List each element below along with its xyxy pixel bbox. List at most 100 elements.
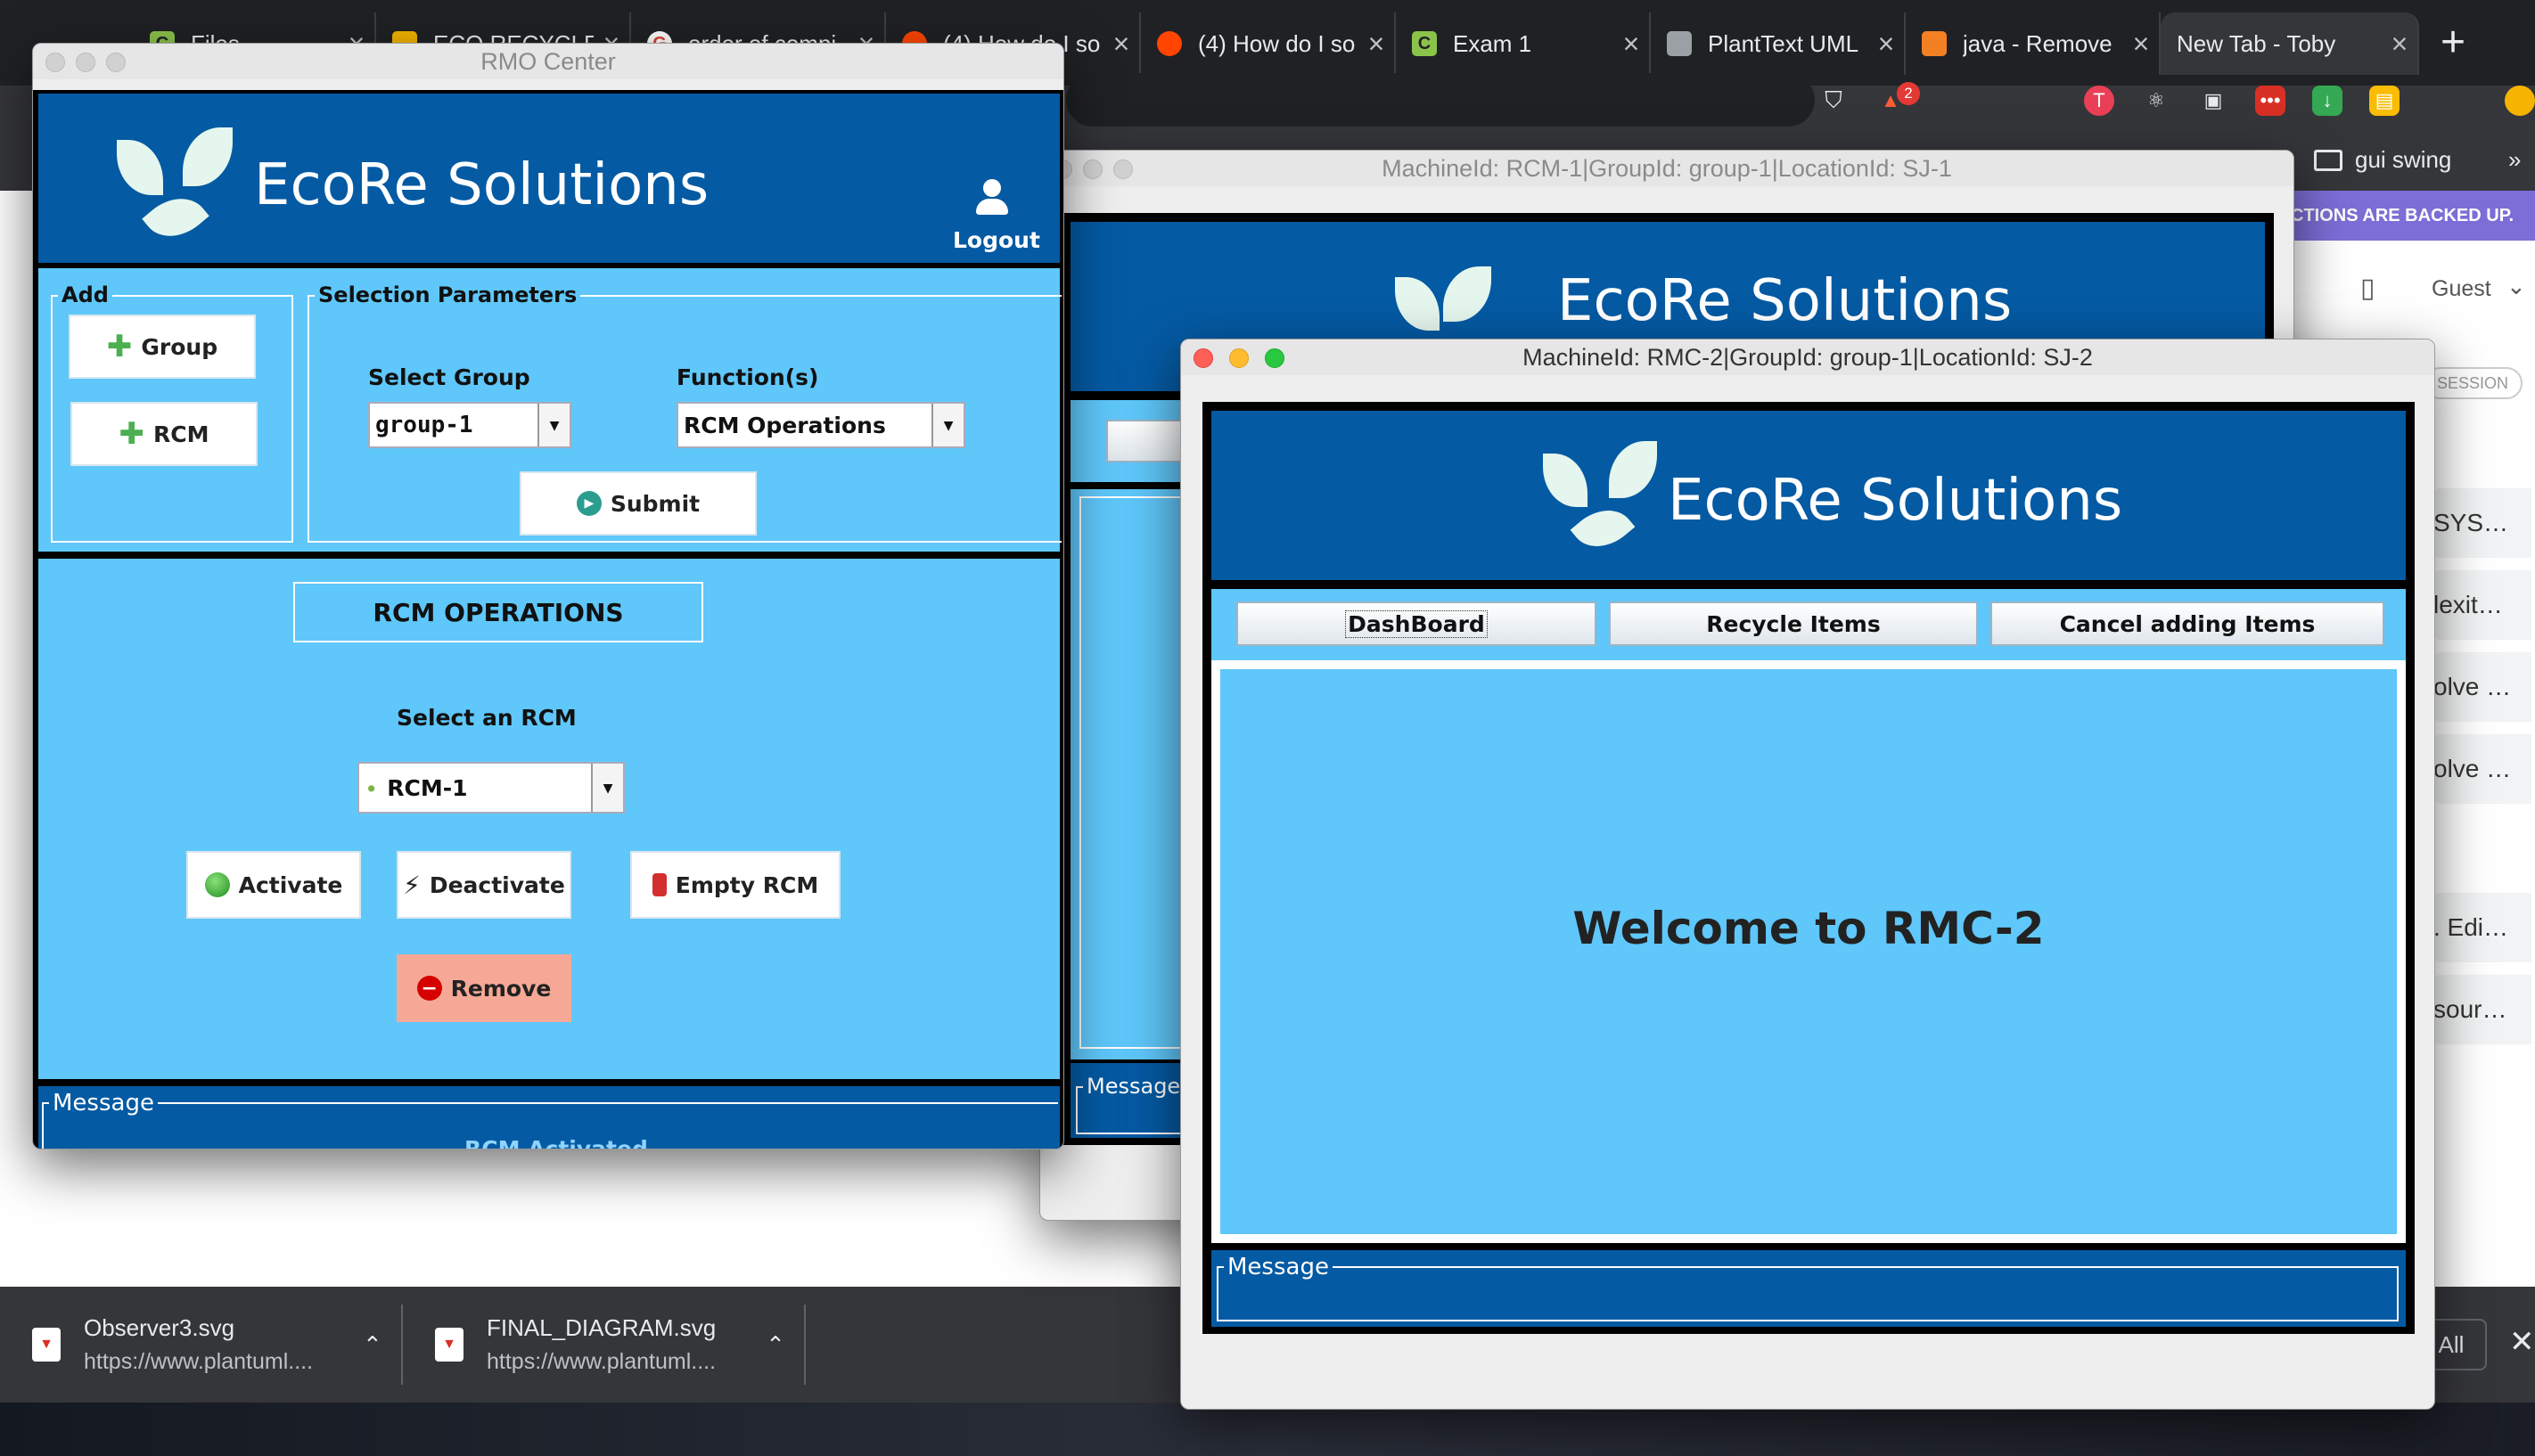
- desktop-wallpaper: [0, 1403, 2535, 1456]
- chevron-up-icon[interactable]: ⌃: [363, 1331, 382, 1359]
- brave-shield-icon[interactable]: ⛉: [1818, 86, 1849, 116]
- extension-react-icon[interactable]: ⚛: [2141, 86, 2171, 116]
- deactivate-button[interactable]: ⚡ Deactivate: [397, 851, 571, 919]
- new-tab-button[interactable]: +: [2428, 20, 2478, 70]
- minimize-window-icon[interactable]: [1083, 160, 1103, 179]
- tab-recycle-items[interactable]: Recycle Items: [1609, 601, 1978, 646]
- unplug-icon: ⚡: [403, 870, 421, 900]
- bookmark-folder-gui-swing[interactable]: gui swing: [2314, 146, 2451, 174]
- welcome-heading: Welcome to RMC-2: [1572, 903, 2045, 954]
- page-list-item[interactable]: olve …: [2433, 652, 2531, 722]
- plus-icon: ✚: [106, 329, 133, 364]
- planttext-icon: [1667, 31, 1692, 56]
- page-list-item[interactable]: olve …: [2433, 734, 2531, 804]
- maximize-window-icon[interactable]: [1265, 348, 1284, 368]
- c-icon: C: [1412, 31, 1437, 56]
- rcm-select[interactable]: ● RCM-1 ▼: [357, 762, 625, 814]
- browser-tab-new-tab[interactable]: New Tab - Toby ×: [2161, 12, 2419, 75]
- page-list-item[interactable]: sour…: [2433, 975, 2531, 1044]
- green-dot-icon: [204, 872, 230, 897]
- dropdown-arrow-icon[interactable]: ▼: [591, 764, 623, 812]
- reading-list-icon[interactable]: ▯: [2360, 273, 2375, 304]
- download-extension-icon[interactable]: ↓: [2312, 86, 2342, 116]
- minimize-window-icon[interactable]: [1229, 348, 1249, 368]
- trash-icon: [652, 873, 667, 896]
- tab-close-icon[interactable]: ×: [2382, 28, 2417, 61]
- rmc-2-window: MachineId: RMC-2|GroupId: group-1|Locati…: [1180, 339, 2435, 1410]
- chevron-down-icon[interactable]: ⌄: [2506, 273, 2526, 300]
- plus-icon: ✚: [119, 416, 145, 452]
- maximize-window-icon[interactable]: [106, 53, 126, 72]
- message-panel: Message: [1211, 1250, 2406, 1327]
- rmo-center-window: RMO Center EcoRe Solutions Logout Add ✚ …: [32, 43, 1064, 1149]
- page-list-item[interactable]: SYS…: [2433, 488, 2531, 558]
- message-group: Message: [1217, 1254, 2399, 1321]
- section-title: RCM OPERATIONS: [293, 582, 703, 642]
- window-titlebar[interactable]: MachineId: RMC-2|GroupId: group-1|Locati…: [1181, 339, 2434, 375]
- guest-label[interactable]: Guest: [2432, 276, 2491, 302]
- tab-close-icon[interactable]: ×: [2123, 28, 2159, 61]
- window-title: RMO Center: [480, 48, 616, 75]
- message-panel: Message RCM Activated: [38, 1086, 1060, 1149]
- close-window-icon[interactable]: [1194, 348, 1213, 368]
- activate-button[interactable]: Activate: [186, 851, 361, 919]
- session-badge: SESSION: [2424, 367, 2523, 399]
- window-title: MachineId: RMC-2|GroupId: group-1|Locati…: [1522, 344, 2093, 371]
- browser-tab-java-remove[interactable]: java - Remove ×: [1906, 12, 2161, 75]
- user-icon[interactable]: [974, 179, 1010, 217]
- recycle-leaf-logo: [110, 122, 270, 250]
- folder-icon: [2314, 149, 2342, 171]
- maximize-window-icon[interactable]: [1113, 160, 1133, 179]
- page-list-item[interactable]: . Edi…: [2433, 893, 2531, 962]
- tab-close-icon[interactable]: ×: [1358, 28, 1394, 61]
- tab-close-icon[interactable]: ×: [1613, 28, 1649, 61]
- empty-rcm-button[interactable]: Empty RCM: [630, 851, 841, 919]
- brand-name: EcoRe Solutions: [1668, 468, 2123, 534]
- tab-dashboard[interactable]: DashBoard: [1236, 601, 1596, 646]
- tab-cancel-adding-items[interactable]: Cancel adding Items: [1990, 601, 2384, 646]
- download-item[interactable]: ▼ FINAL_DIAGRAM.svg https://www.plantuml…: [435, 1305, 785, 1385]
- profile-icon[interactable]: [2505, 86, 2535, 116]
- message-text: RCM Activated: [464, 1136, 648, 1149]
- page-list-item[interactable]: lexit…: [2433, 570, 2531, 640]
- window-title: MachineId: RCM-1|GroupId: group-1|Locati…: [1382, 155, 1952, 182]
- extension-lastpass-icon[interactable]: •••: [2255, 86, 2285, 116]
- dropdown-arrow-icon[interactable]: ▼: [537, 404, 570, 446]
- function-select[interactable]: RCM Operations ▼: [677, 402, 965, 448]
- minus-circle-icon: −: [416, 976, 442, 1001]
- dropdown-arrow-icon[interactable]: ▼: [931, 404, 964, 446]
- extension-notes-icon[interactable]: ▤: [2369, 86, 2400, 116]
- header-panel: EcoRe Solutions: [1211, 411, 2406, 580]
- controls-panel: Add ✚ Group ✚ RCM Selection Parameters S…: [38, 268, 1062, 552]
- browser-tab-exam-1[interactable]: C Exam 1 ×: [1396, 12, 1651, 75]
- tab-bar: DashBoard Recycle Items Cancel adding It…: [1211, 589, 2406, 660]
- bookmarks-overflow[interactable]: »: [2508, 146, 2521, 174]
- tab-close-icon[interactable]: ×: [1868, 28, 1904, 61]
- header-panel: EcoRe Solutions Logout: [38, 94, 1060, 263]
- browser-tab-planttext[interactable]: PlantText UML ×: [1651, 12, 1906, 75]
- submit-button[interactable]: ▶ Submit: [520, 471, 757, 536]
- close-window-icon[interactable]: [45, 53, 65, 72]
- window-titlebar[interactable]: RMO Center: [33, 44, 1063, 79]
- remove-button[interactable]: − Remove: [397, 954, 571, 1022]
- functions-label: Function(s): [677, 364, 819, 390]
- select-group-label: Select Group: [368, 364, 530, 390]
- browser-tab-reddit-2[interactable]: (4) How do I so ×: [1141, 12, 1396, 75]
- omnibox[interactable]: [1066, 73, 1815, 127]
- close-downloads-icon[interactable]: ✕: [2509, 1324, 2535, 1360]
- extension-toby-icon[interactable]: T: [2084, 86, 2114, 116]
- rcm-operations-panel: RCM OPERATIONS Select an RCM ● RCM-1 ▼ A…: [38, 559, 1060, 1079]
- window-titlebar[interactable]: MachineId: RCM-1|GroupId: group-1|Locati…: [1040, 151, 2293, 186]
- brand-name: EcoRe Solutions: [254, 152, 710, 218]
- add-rcm-button[interactable]: ✚ RCM: [70, 402, 258, 466]
- add-group-button[interactable]: ✚ Group: [69, 315, 256, 379]
- group-select[interactable]: group-1 ▼: [368, 402, 571, 448]
- logout-link[interactable]: Logout: [953, 227, 1040, 253]
- minimize-window-icon[interactable]: [76, 53, 95, 72]
- reddit-icon: [1157, 31, 1182, 56]
- download-item[interactable]: ▼ Observer3.svg https://www.plantuml....…: [32, 1305, 382, 1385]
- chevron-up-icon[interactable]: ⌃: [766, 1331, 785, 1359]
- camera-icon[interactable]: ▣: [2198, 86, 2228, 116]
- tab-close-icon[interactable]: ×: [1103, 28, 1139, 61]
- play-icon: ▶: [576, 491, 602, 516]
